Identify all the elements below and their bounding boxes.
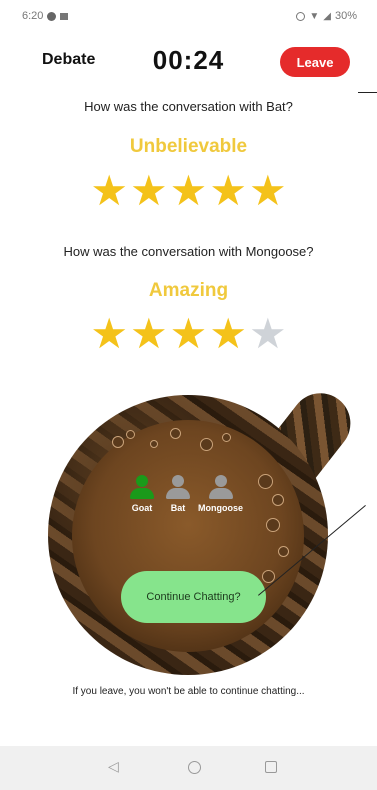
bubble bbox=[170, 428, 181, 439]
bubble bbox=[150, 440, 158, 448]
battery-level: 30% bbox=[334, 10, 357, 22]
participant-name: Bat bbox=[170, 503, 186, 513]
alarm-icon bbox=[296, 11, 306, 21]
participant-mongoose: Mongoose bbox=[198, 475, 243, 513]
bubble bbox=[112, 436, 124, 448]
star-icon[interactable]: ★ bbox=[170, 170, 208, 212]
status-bar: 6:20 ▼ ◢ 30% bbox=[0, 0, 377, 30]
stars-mongoose: ★ ★ ★ ★ ★ bbox=[0, 313, 377, 355]
question-mongoose: How was the conversation with Mongoose? bbox=[63, 244, 314, 259]
system-nav-bar: ◁ bbox=[0, 746, 377, 790]
leave-button[interactable]: Leave bbox=[280, 47, 350, 77]
star-icon[interactable]: ★ bbox=[90, 170, 128, 212]
status-time: 6:20 bbox=[22, 10, 44, 22]
person-body bbox=[166, 488, 190, 499]
person-icon bbox=[136, 475, 148, 487]
bubble bbox=[222, 433, 231, 442]
participant-name: Mongoose bbox=[198, 503, 243, 513]
coffee-mug-illustration bbox=[0, 378, 377, 698]
recents-icon[interactable] bbox=[265, 761, 277, 773]
back-icon[interactable]: ◁ bbox=[108, 758, 119, 775]
star-icon[interactable]: ★ bbox=[130, 313, 168, 355]
participants: Goat Bat Mongoose bbox=[0, 475, 377, 535]
status-left: 6:20 bbox=[22, 10, 69, 22]
bubble bbox=[200, 438, 213, 451]
person-icon bbox=[214, 475, 227, 487]
question-bat: How was the conversation with Bat? bbox=[84, 99, 293, 114]
person-body bbox=[130, 488, 154, 499]
rating-word-bat: Unbelievable bbox=[129, 136, 248, 157]
header: Debate 00:24 Leave bbox=[0, 42, 377, 82]
leave-warning: If you leave, you won't be able to conti… bbox=[72, 686, 305, 697]
notification-icon bbox=[47, 11, 57, 21]
rating-word-mongoose: Amazing bbox=[148, 280, 229, 301]
star-icon[interactable]: ★ bbox=[209, 313, 247, 355]
participant-goat: Goat bbox=[130, 475, 154, 513]
star-icon[interactable]: ★ bbox=[249, 170, 287, 212]
star-icon[interactable]: ★ bbox=[170, 313, 208, 355]
person-icon bbox=[172, 475, 184, 487]
star-icon[interactable]: ★ bbox=[209, 170, 247, 212]
bubble bbox=[126, 430, 135, 439]
status-right: ▼ ◢ 30% bbox=[296, 10, 357, 22]
participant-bat: Bat bbox=[166, 475, 190, 513]
wifi-icon: ▼ bbox=[309, 10, 320, 22]
continue-chatting-button[interactable]: Continue Chatting? bbox=[121, 571, 266, 623]
message-icon bbox=[60, 12, 69, 20]
stars-bat: ★ ★ ★ ★ ★ bbox=[0, 170, 377, 212]
star-icon[interactable]: ★ bbox=[130, 170, 168, 212]
star-icon[interactable]: ★ bbox=[90, 313, 128, 355]
person-body bbox=[208, 488, 233, 499]
bubble bbox=[278, 546, 289, 557]
participant-name: Goat bbox=[131, 503, 153, 513]
star-empty-icon[interactable]: ★ bbox=[249, 313, 287, 355]
annotation-line bbox=[358, 92, 377, 93]
signal-icon: ◢ bbox=[323, 10, 331, 22]
home-icon[interactable] bbox=[188, 761, 201, 774]
